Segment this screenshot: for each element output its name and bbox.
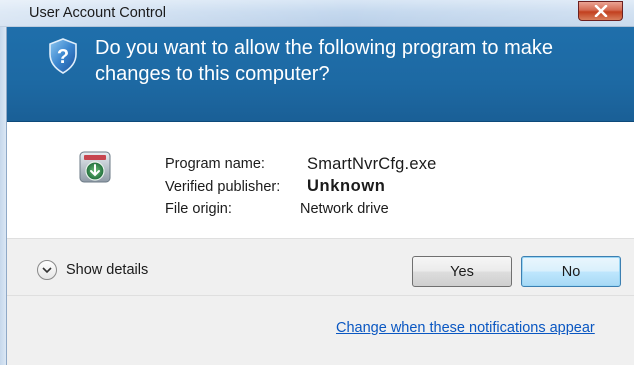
title-bar: User Account Control (0, 0, 634, 27)
prompt-header: ? Do you want to allow the following pro… (0, 27, 634, 122)
no-button[interactable]: No (521, 256, 621, 287)
program-name-label: Program name: (165, 156, 265, 172)
show-details-toggle[interactable]: Show details (37, 260, 148, 280)
divider (0, 295, 634, 296)
yes-button[interactable]: Yes (412, 256, 512, 287)
window-title: User Account Control (29, 5, 167, 21)
program-app-icon (79, 151, 111, 183)
uac-dialog: User Account Control ? Do you want to al… (0, 0, 634, 365)
close-x-icon (594, 5, 607, 17)
show-details-label: Show details (66, 262, 149, 278)
close-button[interactable] (578, 1, 623, 21)
publisher-value: Unknown (307, 177, 386, 195)
publisher-label: Verified publisher: (165, 179, 281, 195)
svg-text:?: ? (57, 46, 69, 68)
origin-label: File origin: (165, 201, 232, 217)
chevron-down-icon (37, 260, 57, 280)
origin-value: Network drive (300, 201, 389, 217)
prompt-question: Do you want to allow the following progr… (95, 37, 554, 85)
change-notifications-link[interactable]: Change when these notifications appear (336, 320, 595, 336)
uac-shield-icon: ? (49, 38, 77, 74)
program-name-value: SmartNvrCfg.exe (307, 155, 437, 173)
window-frame-edge (6, 27, 7, 365)
